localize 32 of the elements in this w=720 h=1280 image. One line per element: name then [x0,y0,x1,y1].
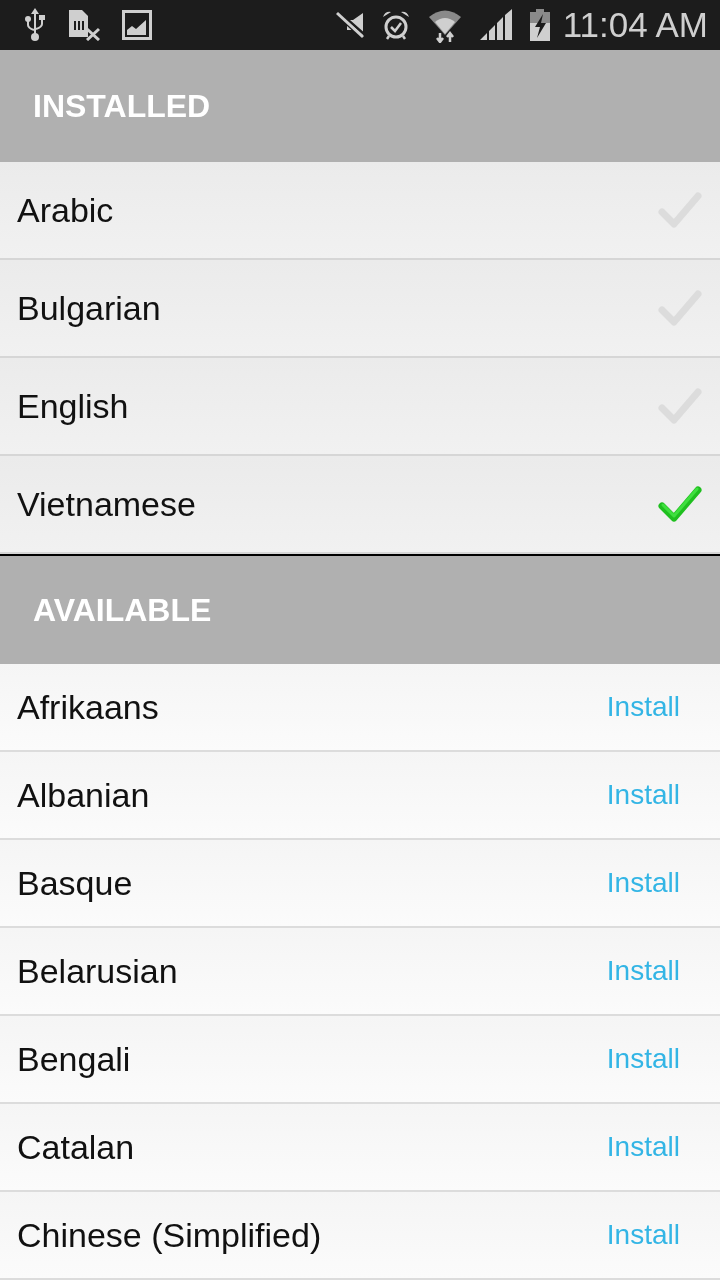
language-name: Afrikaans [17,687,159,727]
installed-language-row[interactable]: Arabic [0,162,720,260]
language-name: English [17,386,129,426]
language-name: Belarusian [17,951,178,991]
language-name: Arabic [17,190,114,230]
language-name: Chinese (Simplified) [17,1215,322,1255]
usb-icon [24,8,46,42]
install-button[interactable]: Install [598,687,702,727]
language-name: Vietnamese [17,484,196,524]
language-name: Basque [17,863,133,903]
install-button[interactable]: Install [598,1039,702,1079]
section-header: AVAILABLE [0,554,720,664]
install-button[interactable]: Install [598,951,702,991]
installed-language-row[interactable]: English [0,358,720,456]
language-name: Bengali [17,1039,131,1079]
installed-language-row[interactable]: Vietnamese [0,456,720,554]
language-name: Bulgarian [17,288,161,328]
sim-card-x-icon [68,9,100,41]
image-icon [122,10,152,40]
language-name: Catalan [17,1127,135,1167]
install-button[interactable]: Install [598,1215,702,1255]
section-header: INSTALLED [0,50,720,162]
install-button[interactable]: Install [598,863,702,903]
signal-icon [478,9,513,41]
battery-charging-icon [528,9,551,41]
language-name: Albanian [17,775,150,815]
alarm-clock-icon [380,10,411,40]
install-button[interactable]: Install [598,775,702,815]
install-button[interactable]: Install [598,1127,702,1167]
clock-time: 11:04 AM [562,5,708,45]
installed-language-row[interactable]: Bulgarian [0,260,720,358]
mute-icon [334,11,365,39]
